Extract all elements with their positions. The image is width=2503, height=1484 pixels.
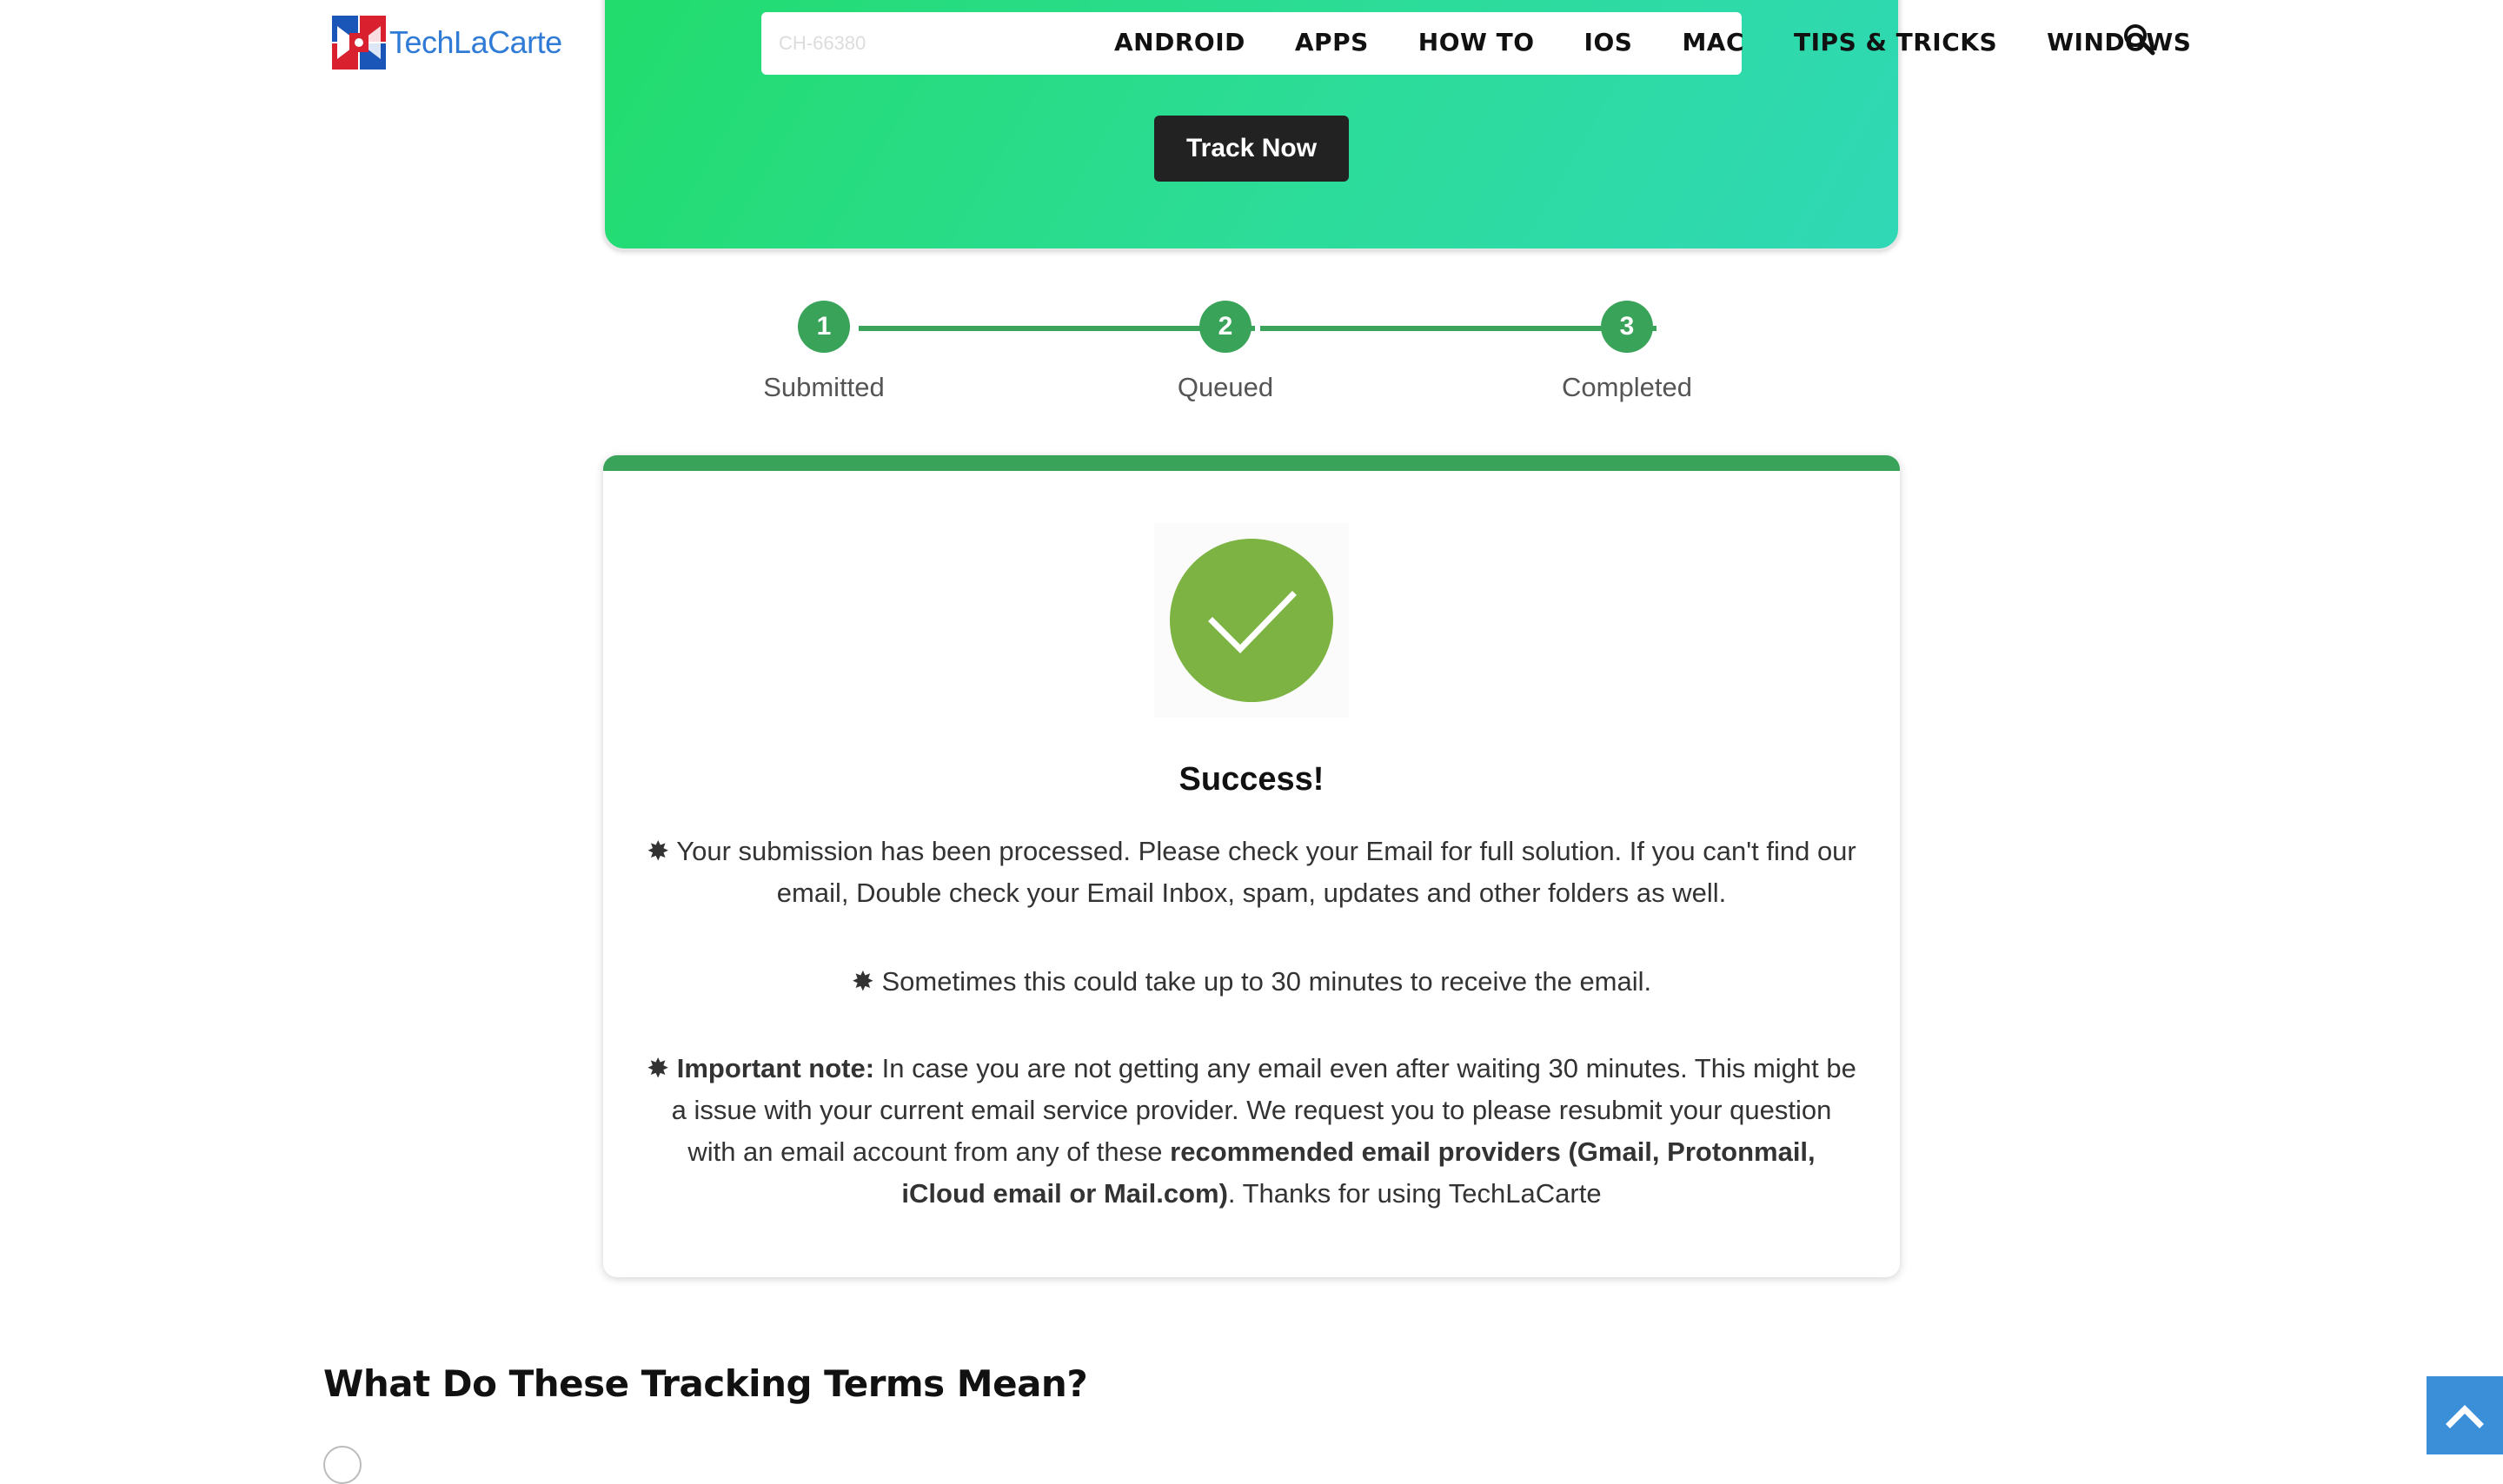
important-note-label: Important note: — [676, 1053, 875, 1083]
main-nav: ANDROID APPS HOW TO IOS MAC TIPS & TRICK… — [1114, 23, 2191, 61]
step-connector — [1260, 326, 1656, 331]
message-processed-text: Your submission has been processed. Plea… — [676, 836, 1856, 908]
nav-item-android[interactable]: ANDROID — [1114, 28, 1245, 56]
step-2-circle: 2 — [1199, 301, 1252, 353]
success-title: Success! — [1178, 761, 1325, 798]
message-processed: ✸ Your submission has been processed. Pl… — [647, 831, 1856, 914]
nav-item-mac[interactable]: MAC — [1682, 28, 1744, 56]
result-card: Success! ✸ Your submission has been proc… — [603, 455, 1900, 1277]
logo-icon — [332, 16, 386, 70]
message-wait-time-text: Sometimes this could take up to 30 minut… — [881, 966, 1652, 997]
step-3-label: Completed — [1562, 372, 1692, 402]
bullet-icon: ✸ — [647, 1053, 670, 1083]
site-logo[interactable]: TechLaCarte — [332, 14, 562, 71]
nav-item-tips-tricks[interactable]: TIPS & TRICKS — [1794, 28, 1997, 56]
nav-item-how-to[interactable]: HOW TO — [1418, 28, 1535, 56]
logo-text: TechLaCarte — [389, 24, 562, 60]
progress-stepper: 1 2 3 Submitted Queued Completed — [603, 295, 1900, 417]
bullet-icon: ✸ — [851, 966, 874, 997]
message-wait-time: ✸ Sometimes this could take up to 30 min… — [647, 961, 1856, 1003]
search-icon[interactable] — [2121, 21, 2159, 59]
step-3-circle: 3 — [1601, 301, 1653, 353]
chevron-up-icon — [2446, 1405, 2484, 1428]
tracking-terms-heading: What Do These Tracking Terms Mean? — [323, 1362, 1088, 1405]
list-item-icon — [323, 1446, 362, 1484]
nav-item-ios[interactable]: IOS — [1584, 28, 1633, 56]
step-connector — [859, 326, 1255, 331]
step-1-circle: 1 — [798, 301, 850, 353]
success-check-icon — [1154, 523, 1349, 718]
track-now-button[interactable]: Track Now — [1154, 116, 1349, 182]
step-1-label: Submitted — [763, 372, 885, 402]
step-2-label: Queued — [1177, 372, 1274, 402]
card-top-bar — [603, 455, 1900, 471]
important-note: ✸ Important note: In case you are not ge… — [647, 1048, 1856, 1215]
back-to-top-button[interactable] — [2427, 1376, 2503, 1454]
nav-item-windows[interactable]: WINDOWS — [2047, 28, 2191, 56]
important-note-end: . Thanks for using TechLaCarte — [1227, 1178, 1602, 1209]
bullet-icon: ✸ — [647, 836, 670, 866]
nav-item-apps[interactable]: APPS — [1295, 28, 1369, 56]
